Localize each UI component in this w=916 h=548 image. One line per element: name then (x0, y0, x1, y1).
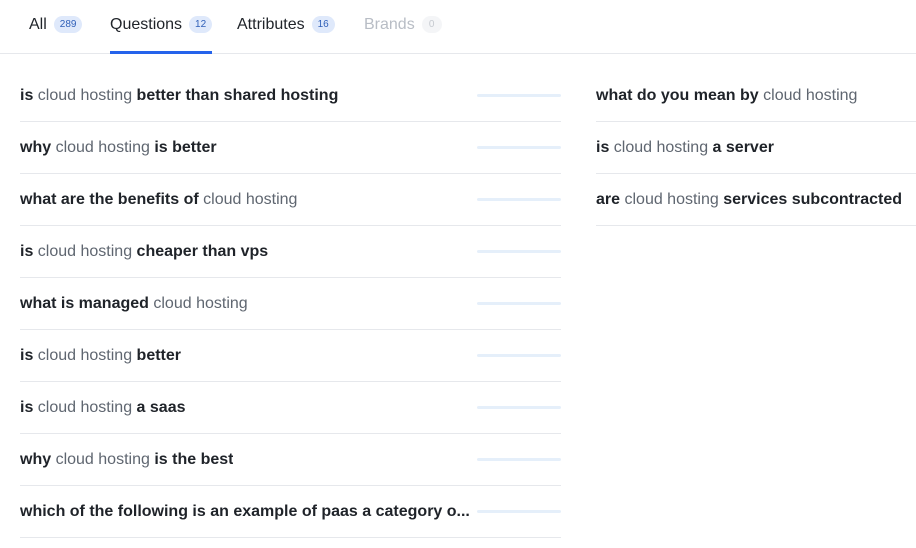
question-modifier: is (20, 347, 34, 364)
count-badge: 12 (189, 16, 212, 33)
question-modifier: better than shared hosting (136, 87, 339, 104)
volume-bar (477, 302, 561, 305)
question-modifier: which of the following is an example of … (20, 503, 470, 520)
question-row[interactable]: is cloud hosting better than shared host… (20, 70, 561, 122)
tab-label: Brands (364, 16, 415, 33)
seed-keyword: cloud hosting (153, 295, 248, 312)
question-modifier: services subcontracted (723, 191, 902, 208)
question-modifier: better (136, 347, 181, 364)
question-modifier: cheaper than vps (136, 243, 269, 260)
tab-label: Attributes (237, 16, 305, 33)
question-text: which of the following is an example of … (20, 501, 470, 523)
volume-bar (477, 406, 561, 409)
question-modifier: is (20, 243, 34, 260)
question-text: why cloud hosting is better (20, 137, 217, 159)
seed-keyword: cloud hosting (763, 87, 858, 104)
question-text: is cloud hosting a saas (20, 397, 185, 419)
seed-keyword: cloud hosting (55, 451, 150, 468)
question-modifier: is (20, 87, 34, 104)
question-text: what is managed cloud hosting (20, 293, 248, 315)
question-modifier: what do you mean by (596, 87, 759, 104)
questions-list-left: is cloud hosting better than shared host… (20, 70, 561, 538)
question-modifier: why (20, 139, 52, 156)
questions-list-right: what do you mean by cloud hosting is clou… (596, 70, 916, 226)
tab-label: All (29, 16, 47, 33)
question-text: why cloud hosting is the best (20, 449, 233, 471)
question-modifier: what are the benefits of (20, 191, 199, 208)
question-modifier: a saas (136, 399, 186, 416)
question-modifier: is (20, 399, 34, 416)
question-modifier: is (596, 139, 610, 156)
question-row[interactable]: is cloud hosting cheaper than vps (20, 226, 561, 278)
seed-keyword: cloud hosting (624, 191, 719, 208)
count-badge: 16 (311, 16, 335, 33)
question-modifier: is better (154, 139, 217, 156)
seed-keyword: cloud hosting (37, 347, 133, 364)
question-modifier: what is managed (20, 295, 149, 312)
seed-keyword: cloud hosting (613, 139, 709, 156)
volume-bar (477, 146, 561, 149)
tab-all[interactable]: All 289 (29, 14, 83, 54)
question-row[interactable]: what are the benefits of cloud hosting (20, 174, 561, 226)
question-text: what do you mean by cloud hosting (596, 85, 857, 107)
count-badge: 289 (53, 16, 83, 33)
question-modifier: a server (712, 139, 774, 156)
question-row[interactable]: what is managed cloud hosting (20, 278, 561, 330)
question-row[interactable]: is cloud hosting a server (596, 122, 916, 174)
question-text: is cloud hosting a server (596, 137, 774, 159)
question-row[interactable]: is cloud hosting a saas (20, 382, 561, 434)
question-row[interactable]: why cloud hosting is the best (20, 434, 561, 486)
count-badge: 0 (421, 16, 442, 33)
question-row[interactable]: why cloud hosting is better (20, 122, 561, 174)
seed-keyword: cloud hosting (37, 87, 133, 104)
question-modifier: are (596, 191, 621, 208)
question-modifier: is the best (154, 451, 234, 468)
volume-bar (477, 354, 561, 357)
volume-bar (477, 250, 561, 253)
seed-keyword: cloud hosting (37, 399, 133, 416)
question-text: is cloud hosting cheaper than vps (20, 241, 268, 263)
tab-bar: All 289 Questions 12 Attributes 16 Brand… (0, 0, 916, 54)
question-text: what are the benefits of cloud hosting (20, 189, 297, 211)
question-text: are cloud hosting services subcontracted (596, 189, 902, 211)
question-text: is cloud hosting better (20, 345, 181, 367)
tab-label: Questions (110, 16, 183, 33)
question-text: is cloud hosting better than shared host… (20, 85, 338, 107)
question-row[interactable]: are cloud hosting services subcontracted (596, 174, 916, 226)
tab-attributes[interactable]: Attributes 16 (237, 14, 335, 54)
volume-bar (477, 510, 561, 513)
seed-keyword: cloud hosting (203, 191, 298, 208)
volume-bar (477, 94, 561, 97)
seed-keyword: cloud hosting (55, 139, 150, 156)
question-row[interactable]: what do you mean by cloud hosting (596, 70, 916, 122)
question-modifier: why (20, 451, 52, 468)
tab-questions[interactable]: Questions 12 (110, 14, 212, 54)
tab-brands[interactable]: Brands 0 (364, 14, 442, 54)
question-row[interactable]: is cloud hosting better (20, 330, 561, 382)
question-row[interactable]: which of the following is an example of … (20, 486, 561, 538)
volume-bar (477, 198, 561, 201)
seed-keyword: cloud hosting (37, 243, 133, 260)
volume-bar (477, 458, 561, 461)
